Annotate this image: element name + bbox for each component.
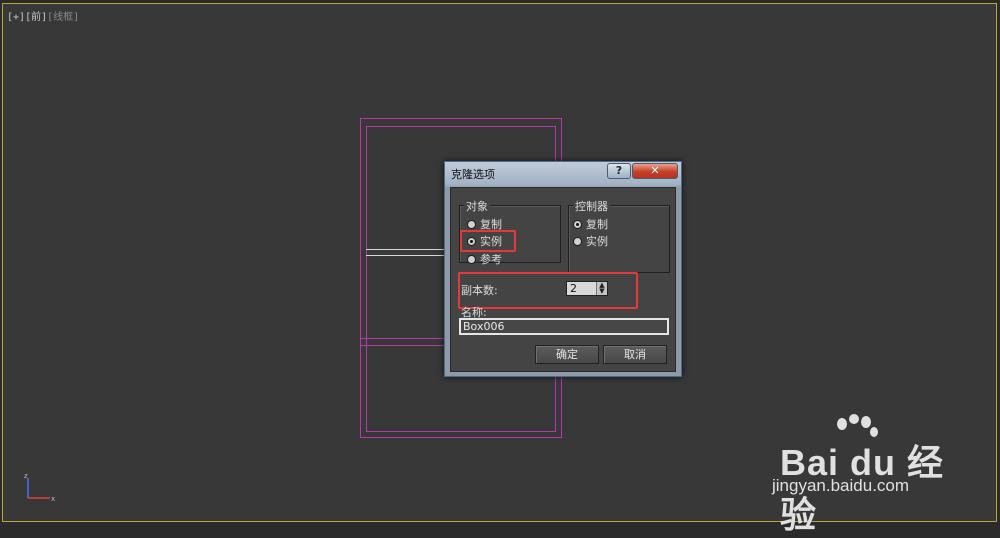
object-reference-radio[interactable]: 参考 — [467, 252, 502, 266]
wire-selected-edge — [366, 255, 448, 256]
axis-gizmo-icon: z x — [24, 472, 55, 503]
object-group-title: 对象 — [464, 198, 490, 214]
dialog-body: 对象 复制 实例 参考 控制器 复制 实例 副本数: 2 ▲ ▼ 名称: Box… — [450, 187, 676, 372]
watermark-url: jingyan.baidu.com — [772, 476, 910, 495]
controller-copy-radio[interactable]: 复制 — [573, 217, 608, 231]
radio-icon — [573, 236, 582, 246]
object-copy-radio[interactable]: 复制 — [467, 217, 502, 231]
controller-group-title: 控制器 — [573, 198, 610, 214]
clone-options-dialog[interactable]: 克隆选项 ? ✕ 对象 复制 实例 参考 控制器 复制 实例 副本数: 2 ▲ … — [444, 161, 682, 377]
radio-icon — [467, 254, 476, 264]
viewport-view-menu[interactable]: [前] — [25, 12, 47, 23]
controller-copy-label: 复制 — [586, 218, 608, 231]
viewport-shading-menu[interactable]: [线框] — [47, 12, 79, 23]
object-reference-label: 参考 — [480, 253, 502, 266]
viewport-plus-menu[interactable]: [+] — [7, 12, 25, 23]
name-input[interactable]: Box006 — [459, 318, 669, 335]
ok-button[interactable]: 确定 — [535, 345, 599, 364]
dialog-title: 克隆选项 — [451, 168, 495, 181]
help-button[interactable]: ? — [607, 163, 631, 179]
instance-highlight-box — [460, 230, 516, 252]
cancel-button[interactable]: 取消 — [603, 345, 667, 364]
radio-icon — [467, 219, 476, 229]
baidu-jingyan-watermark: Bai du 经验 jingyan.baidu.com — [750, 414, 950, 535]
wire-selected-edge — [366, 249, 448, 250]
axis-x-label: x — [51, 495, 55, 503]
close-button[interactable]: ✕ — [632, 163, 678, 179]
controller-instance-label: 实例 — [586, 235, 608, 248]
controller-instance-radio[interactable]: 实例 — [573, 234, 608, 248]
axis-z-label: z — [24, 472, 28, 480]
radio-selected-icon — [573, 219, 582, 229]
viewport-label: [+][前][线框] — [7, 8, 79, 23]
